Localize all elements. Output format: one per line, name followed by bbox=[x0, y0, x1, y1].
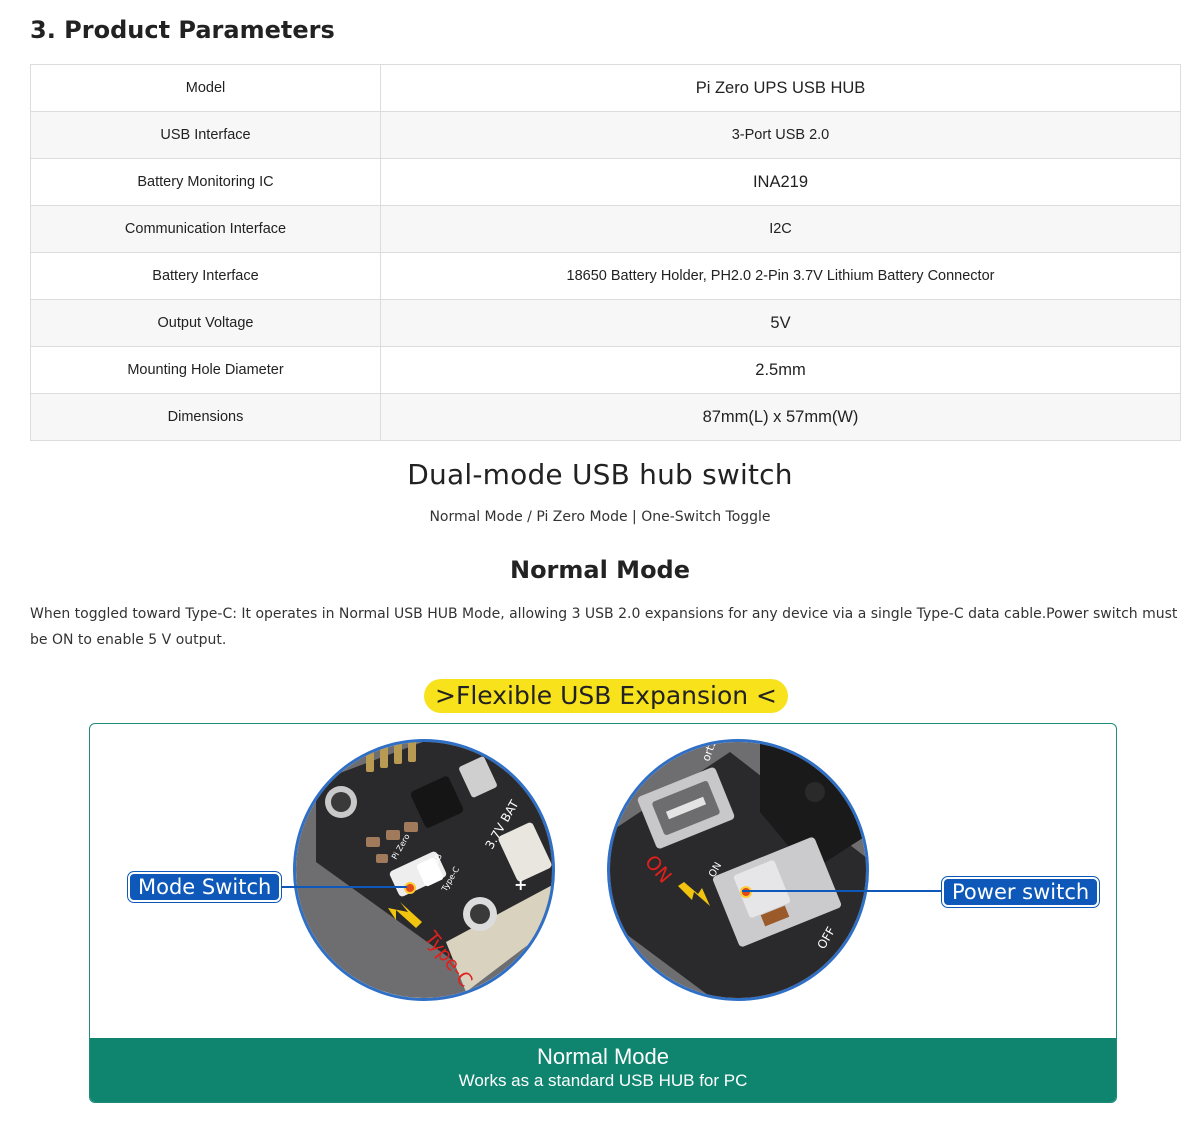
feature-heading: Dual-mode USB hub switch bbox=[407, 458, 793, 491]
param-label: USB Interface bbox=[30, 111, 381, 159]
param-label: Mounting Hole Diameter bbox=[30, 346, 381, 394]
section-title: 3. Product Parameters bbox=[30, 16, 335, 44]
board-illustration: + 3.7V BAT Pi Zero USB Type-C Type-C bbox=[296, 742, 552, 998]
table-row: Dimensions 87mm(L) x 57mm(W) bbox=[30, 393, 1181, 441]
power-switch-leader-line bbox=[742, 890, 942, 892]
param-value: I2C bbox=[380, 205, 1181, 253]
table-row: Mounting Hole Diameter 2.5mm bbox=[30, 346, 1181, 394]
table-row: Battery Interface 18650 Battery Holder, … bbox=[30, 252, 1181, 300]
power-switch-label: Power switch bbox=[940, 876, 1101, 908]
param-label: Output Voltage bbox=[30, 299, 381, 347]
svg-text:+: + bbox=[514, 875, 527, 894]
param-label: Model bbox=[30, 64, 381, 112]
param-value: 87mm(L) x 57mm(W) bbox=[380, 393, 1181, 441]
param-value: 3-Port USB 2.0 bbox=[380, 111, 1181, 159]
table-row: USB Interface 3-Port USB 2.0 bbox=[30, 111, 1181, 159]
param-label: Communication Interface bbox=[30, 205, 381, 253]
param-label: Dimensions bbox=[30, 393, 381, 441]
mode-banner: Normal Mode Works as a standard USB HUB … bbox=[90, 1038, 1116, 1102]
table-row: Model Pi Zero UPS USB HUB bbox=[30, 64, 1181, 112]
feature-subline: Normal Mode / Pi Zero Mode | One-Switch … bbox=[429, 509, 771, 525]
table-row: Output Voltage 5V bbox=[30, 299, 1181, 347]
param-value: 18650 Battery Holder, PH2.0 2-Pin 3.7V L… bbox=[380, 252, 1181, 300]
param-value: INA219 bbox=[380, 158, 1181, 206]
param-label: Battery Interface bbox=[30, 252, 381, 300]
table-row: Communication Interface I2C bbox=[30, 205, 1181, 253]
param-label: Battery Monitoring IC bbox=[30, 158, 381, 206]
product-figure: + 3.7V BAT Pi Zero USB Type-C Type-C ort… bbox=[89, 723, 1117, 1103]
param-value: Pi Zero UPS USB HUB bbox=[380, 64, 1181, 112]
flexible-usb-pill: >Flexible USB Expansion < bbox=[424, 679, 788, 713]
param-value: 5V bbox=[380, 299, 1181, 347]
mode-switch-label: Mode Switch bbox=[126, 871, 283, 903]
banner-subtitle: Works as a standard USB HUB for PC bbox=[458, 1071, 748, 1090]
power-board-illustration: ort3 ON ON OFF bbox=[610, 742, 866, 998]
parameters-table: Model Pi Zero UPS USB HUB USB Interface … bbox=[30, 64, 1181, 441]
power-switch-closeup: ort3 ON ON OFF bbox=[607, 739, 869, 1001]
param-value: 2.5mm bbox=[380, 346, 1181, 394]
mode-heading: Normal Mode bbox=[509, 556, 691, 584]
table-row: Battery Monitoring IC INA219 bbox=[30, 158, 1181, 206]
mode-switch-closeup: + 3.7V BAT Pi Zero USB Type-C Type-C bbox=[293, 739, 555, 1001]
banner-title: Normal Mode bbox=[536, 1044, 670, 1069]
mode-switch-leader-line bbox=[273, 886, 407, 888]
mode-description: When toggled toward Type-C: It operates … bbox=[30, 606, 1178, 648]
